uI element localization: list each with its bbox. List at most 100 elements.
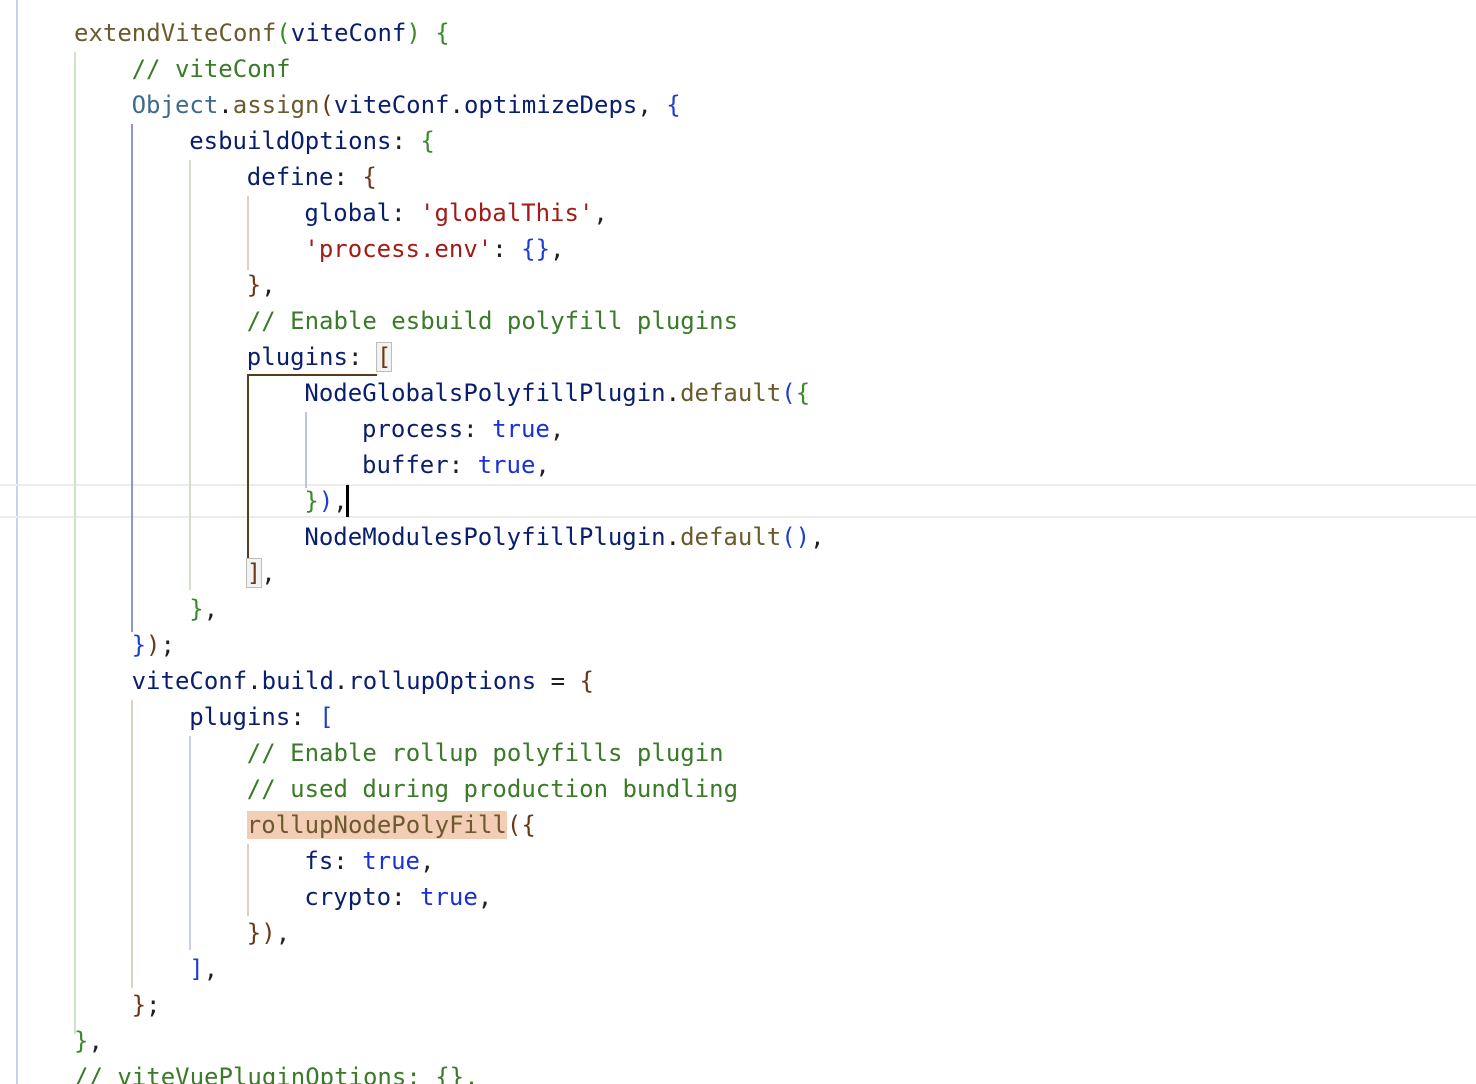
code-token: Object <box>131 91 219 119</box>
code-token: } <box>189 595 204 623</box>
code-line[interactable]: }), <box>247 915 290 951</box>
code-token: , <box>535 451 550 479</box>
code-token: 'process.env' <box>304 235 493 263</box>
code-line[interactable]: // viteVuePluginOptions: {}, <box>74 1059 479 1084</box>
code-token: ) <box>261 919 276 947</box>
code-token: } <box>246 271 262 299</box>
code-token: ( <box>319 91 334 119</box>
code-token: { <box>420 127 435 155</box>
code-token: plugins <box>246 343 348 371</box>
code-token: rollupNodePolyFill <box>246 811 507 839</box>
code-token: viteConf <box>333 91 450 119</box>
code-token: NodeModulesPolyfillPlugin <box>304 523 666 551</box>
code-token: true <box>477 451 536 479</box>
code-token: [ <box>375 342 393 372</box>
code-line[interactable]: ], <box>189 951 218 987</box>
code-token: optimizeDeps <box>463 91 638 119</box>
indent-guide <box>74 52 76 1034</box>
code-editor[interactable]: extendViteConf(viteConf) {// viteConf Obj… <box>0 0 1476 1084</box>
code-token: ( <box>506 811 522 839</box>
indent-guide <box>189 736 191 950</box>
code-line[interactable]: ], <box>245 555 276 591</box>
code-token: viteConf <box>131 667 248 695</box>
code-token: ; <box>160 631 175 659</box>
code-line[interactable]: // viteConf <box>132 51 291 87</box>
code-token: , <box>810 523 825 551</box>
code-token: , <box>549 415 565 443</box>
code-line[interactable]: // used during production bundling <box>247 771 738 807</box>
current-line-highlight <box>0 484 1476 518</box>
code-line[interactable]: rollupNodePolyFill({ <box>246 807 536 843</box>
code-token: viteConf <box>290 19 407 47</box>
code-token: extendViteConf <box>74 19 277 47</box>
code-token: default <box>680 523 782 551</box>
code-token: { <box>579 667 594 695</box>
code-line[interactable]: buffer: true, <box>362 447 550 483</box>
code-token: : <box>290 703 320 731</box>
code-token: true <box>420 883 478 911</box>
code-line[interactable]: fs: true, <box>304 843 434 879</box>
code-line[interactable]: // Enable esbuild polyfill plugins <box>247 303 738 339</box>
code-token: {} <box>521 235 551 263</box>
code-token: // viteVuePluginOptions: {}, <box>74 1063 479 1084</box>
code-token: default <box>680 379 782 407</box>
code-line[interactable]: crypto: true, <box>304 879 492 915</box>
code-token: : <box>333 163 363 191</box>
code-line[interactable]: define: { <box>247 159 377 195</box>
indent-guide <box>131 124 133 632</box>
code-line[interactable]: }); <box>132 627 175 663</box>
code-token: : <box>391 127 421 155</box>
code-token: , <box>275 919 291 947</box>
code-token: ( <box>781 379 796 407</box>
code-token: true <box>362 847 420 875</box>
code-token: : <box>347 343 377 371</box>
code-token: buffer <box>362 451 449 479</box>
code-line[interactable]: extendViteConf(viteConf) { <box>74 15 450 51</box>
code-token: : <box>492 235 522 263</box>
code-line[interactable]: }, <box>189 591 218 627</box>
code-line[interactable]: viteConf.build.rollupOptions = { <box>132 663 594 699</box>
code-line[interactable]: }, <box>247 267 276 303</box>
code-line[interactable]: }; <box>132 987 161 1023</box>
code-token: () <box>781 523 811 551</box>
code-token: // Enable esbuild polyfill plugins <box>246 307 739 335</box>
code-token: { <box>435 19 450 47</box>
code-line[interactable]: }), <box>304 483 347 519</box>
code-line[interactable]: // Enable rollup polyfills plugin <box>247 735 724 771</box>
code-line[interactable]: process: true, <box>362 411 564 447</box>
code-token: , <box>477 883 493 911</box>
code-token: = <box>536 667 580 695</box>
code-line[interactable]: NodeGlobalsPolyfillPlugin.default({ <box>304 375 810 411</box>
code-token: NodeGlobalsPolyfillPlugin <box>304 379 666 407</box>
code-token: assign <box>232 91 320 119</box>
code-token: ] <box>189 955 204 983</box>
code-token: } <box>131 631 147 659</box>
code-line[interactable]: 'process.env': {}, <box>304 231 564 267</box>
code-token: : <box>463 415 493 443</box>
code-line[interactable]: Object.assign(viteConf.optimizeDeps, { <box>132 87 681 123</box>
code-token: } <box>304 487 319 515</box>
code-line[interactable]: plugins: [ <box>189 699 334 735</box>
code-token: build <box>261 667 334 695</box>
code-token: : <box>333 847 363 875</box>
code-token: , <box>203 955 219 983</box>
code-line[interactable]: NodeModulesPolyfillPlugin.default(), <box>304 519 824 555</box>
indent-guide <box>189 160 191 590</box>
code-token: define <box>246 163 334 191</box>
indent-guide <box>247 196 249 270</box>
code-line[interactable]: }, <box>74 1023 103 1059</box>
indent-guide <box>131 700 133 988</box>
code-line[interactable]: global: 'globalThis', <box>304 195 607 231</box>
code-token: , <box>261 271 276 299</box>
code-line[interactable]: esbuildOptions: { <box>189 123 435 159</box>
code-token: . <box>247 667 262 695</box>
code-line[interactable]: plugins: [ <box>246 339 393 375</box>
code-token: ] <box>245 558 263 588</box>
code-token: fs <box>304 847 334 875</box>
code-token: ) <box>406 19 421 47</box>
code-token: plugins <box>189 703 291 731</box>
code-token: , <box>637 91 667 119</box>
code-token: rollupOptions <box>348 667 537 695</box>
code-token: , <box>550 235 565 263</box>
